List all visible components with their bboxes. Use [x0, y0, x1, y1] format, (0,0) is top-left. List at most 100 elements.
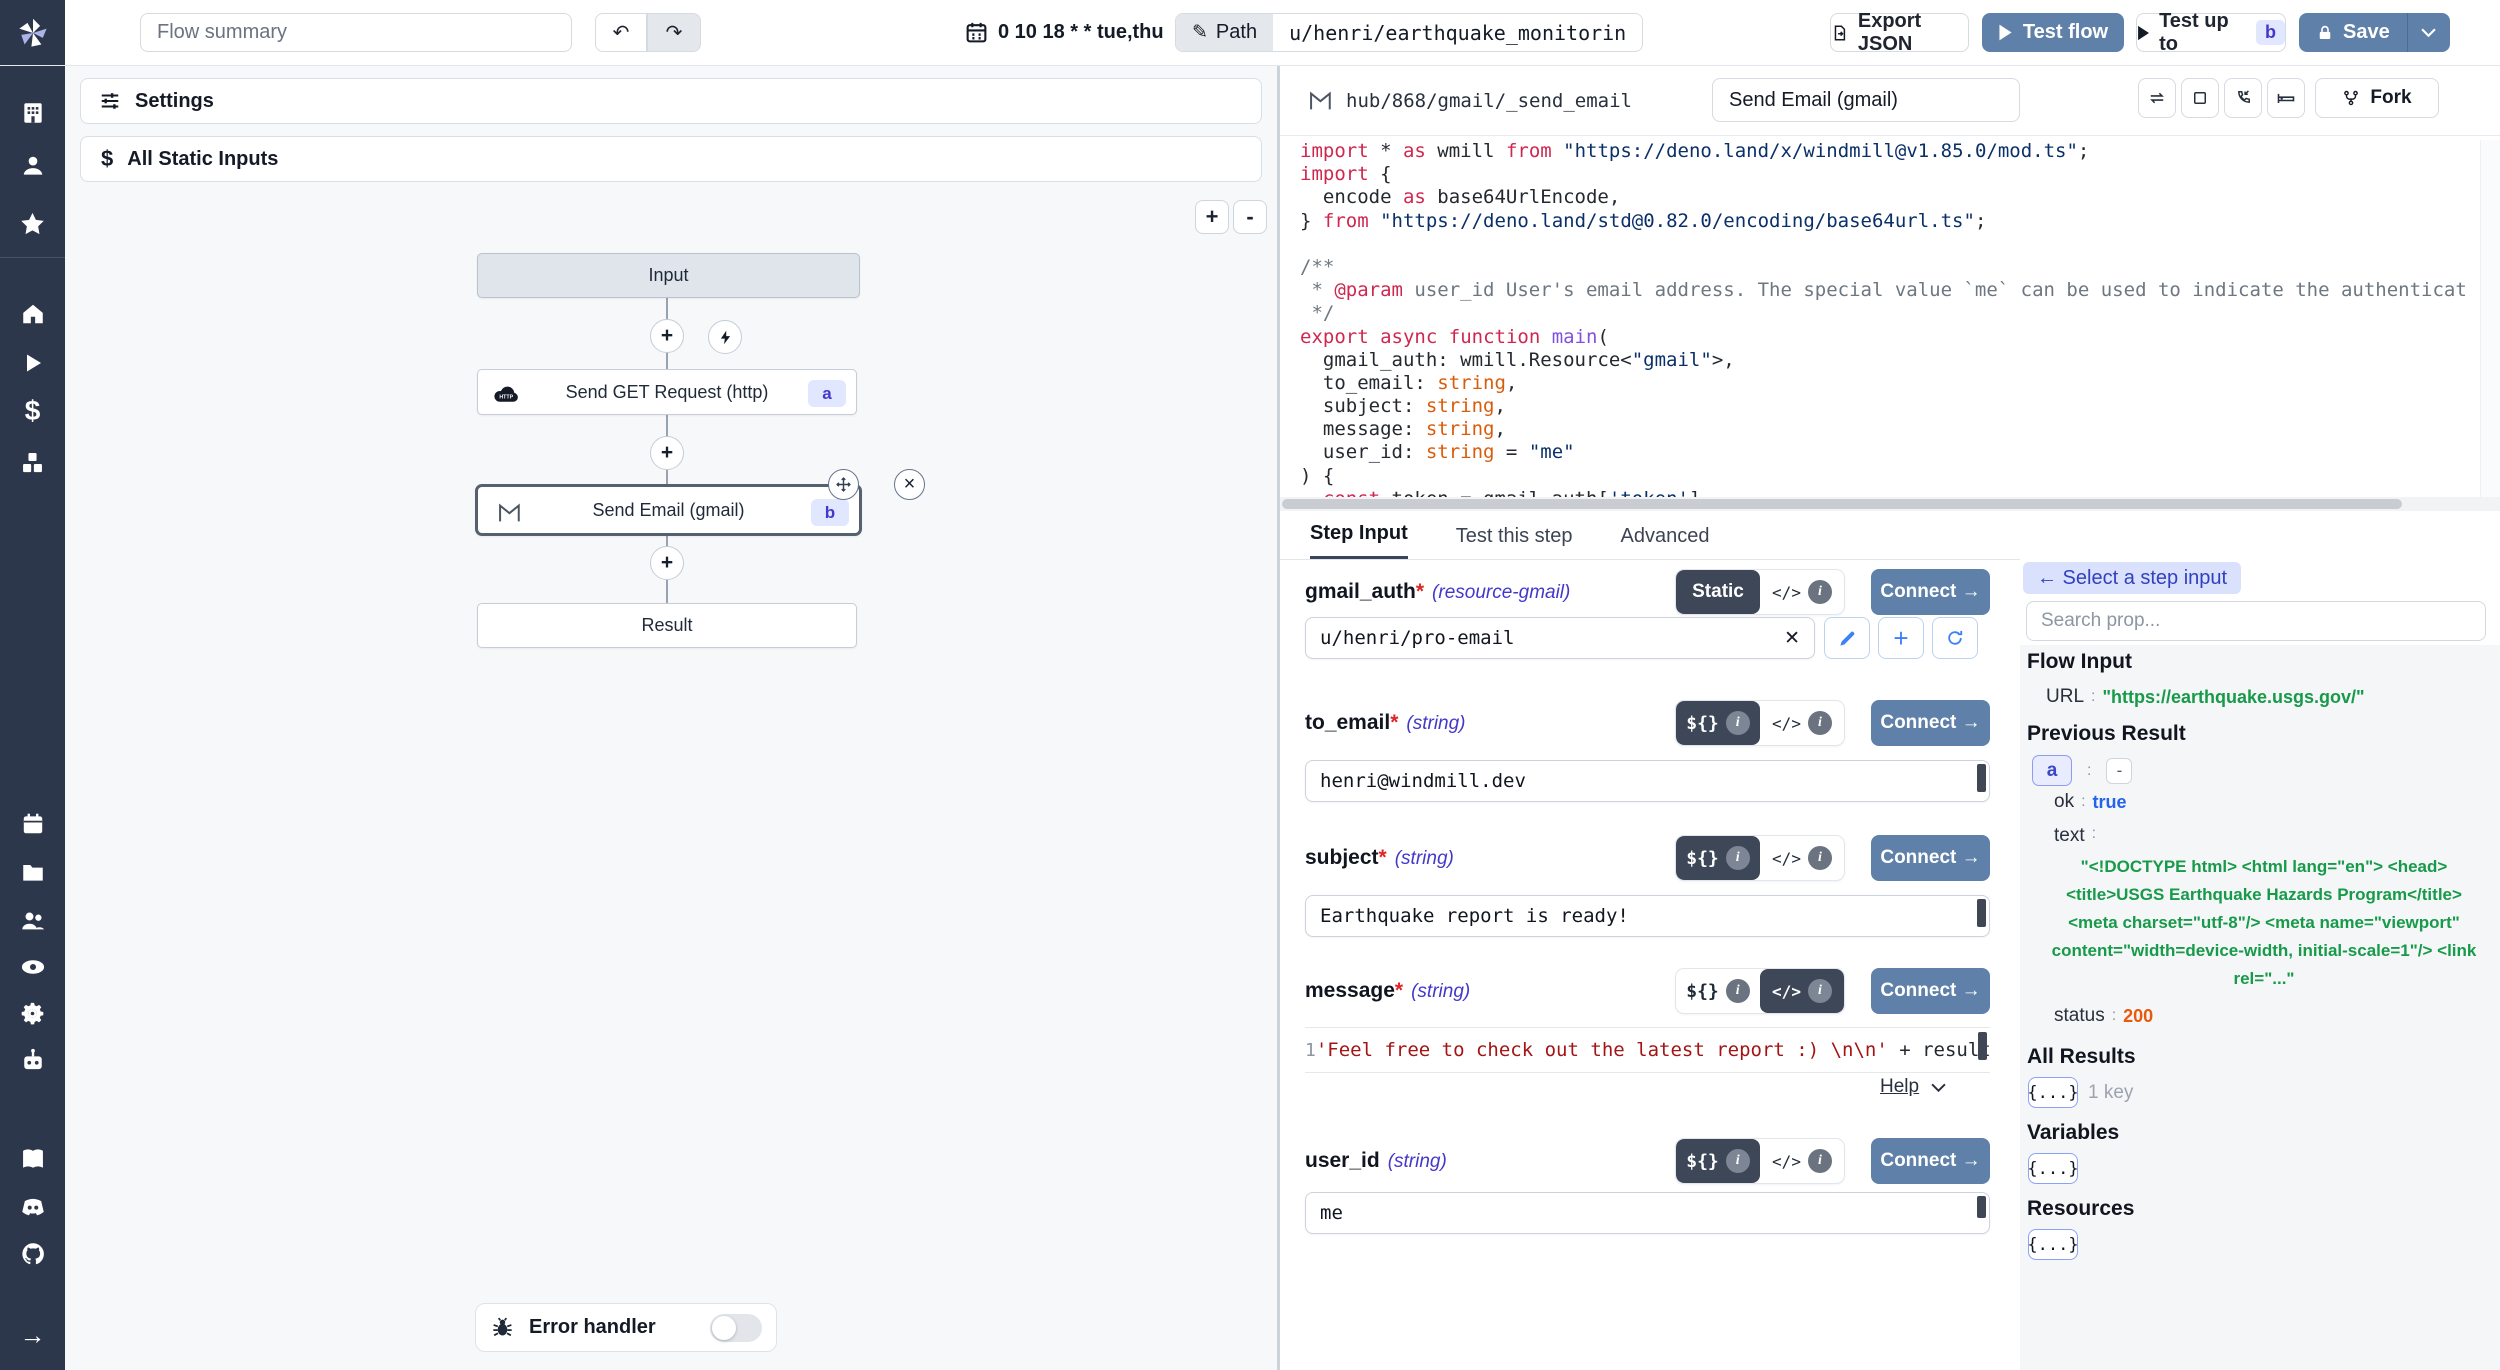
tab-step-input[interactable]: Step Input: [1310, 522, 1408, 559]
suspend-approval-button[interactable]: [2224, 78, 2262, 118]
user-id-input[interactable]: me: [1305, 1192, 1990, 1234]
result-ok-row[interactable]: ok : true: [2054, 791, 2127, 813]
connect-button-gmail-auth[interactable]: Connect →: [1871, 569, 1990, 615]
schedule-text[interactable]: 0 10 18 * * tue,thu: [998, 21, 1164, 44]
flow-node-input[interactable]: Input: [477, 253, 860, 298]
sidebar-item-folders[interactable]: folder-icon: [0, 852, 65, 892]
sidebar-item-groups[interactable]: users-group-icon: [0, 900, 65, 940]
sidebar-item-schedules[interactable]: calendar-icon: [0, 804, 65, 844]
tab-test-this-step[interactable]: Test this step: [1456, 525, 1573, 559]
flow-node-result[interactable]: Result: [477, 603, 857, 648]
sleep-settings-button[interactable]: [2267, 78, 2305, 118]
sidebar-item-discord[interactable]: discord-icon: [0, 1187, 65, 1227]
code-mode-segment[interactable]: </>i: [1760, 570, 1844, 614]
code-mode-segment[interactable]: </>i: [1760, 836, 1844, 880]
flow-summary-input[interactable]: Flow summary: [140, 13, 572, 52]
sidebar-item-home[interactable]: home-icon: [0, 294, 65, 334]
step-a-badge[interactable]: a: [2032, 755, 2072, 786]
subject-input[interactable]: Earthquake report is ready!: [1305, 895, 1990, 937]
all-results-object-badge[interactable]: {...}: [2028, 1077, 2078, 1108]
scrollbar-thumb[interactable]: [1282, 499, 2402, 509]
input-scroll-thumb[interactable]: [1978, 1032, 1987, 1060]
search-prop-input[interactable]: Search prop...: [2026, 601, 2486, 641]
collapse-badge[interactable]: -: [2106, 758, 2132, 784]
chevron-down-icon[interactable]: [1931, 1083, 1946, 1092]
step-name-input[interactable]: Send Email (gmail): [1712, 78, 2020, 122]
code-mode-segment[interactable]: </>i: [1760, 701, 1844, 745]
connect-button-to-email[interactable]: Connect →: [1871, 700, 1990, 746]
save-button[interactable]: Save: [2299, 13, 2407, 52]
all-static-inputs-bar[interactable]: $ All Static Inputs: [80, 136, 1262, 182]
redo-button[interactable]: ↷: [647, 13, 701, 52]
input-scroll-thumb[interactable]: [1977, 764, 1986, 792]
hub-script-path[interactable]: hub/868/gmail/_send_email: [1346, 90, 1632, 112]
save-dropdown-button[interactable]: [2407, 13, 2450, 52]
add-step-button-1[interactable]: +: [650, 319, 684, 353]
edit-resource-button[interactable]: [1824, 617, 1870, 659]
sidebar-item-docs[interactable]: book-icon: [0, 1139, 65, 1179]
export-json-button[interactable]: Export JSON: [1830, 13, 1969, 52]
sidebar-item-resources[interactable]: resources-cubes-icon: [0, 442, 65, 482]
ai-assist-button[interactable]: [708, 320, 742, 354]
to-email-input[interactable]: henri@windmill.dev: [1305, 760, 1990, 802]
clear-resource-button[interactable]: ✕: [1784, 627, 1800, 650]
select-step-input-chip[interactable]: ← Select a step input: [2023, 562, 2241, 594]
sidebar-item-user[interactable]: user-icon: [0, 146, 65, 186]
template-mode-segment[interactable]: ${}i: [1676, 701, 1760, 745]
zoom-out-button[interactable]: -: [1233, 200, 1267, 234]
undo-button[interactable]: ↶: [595, 13, 647, 52]
result-status-row[interactable]: status : 200: [2054, 1005, 2153, 1027]
sidebar-item-github[interactable]: github-icon: [0, 1234, 65, 1274]
sidebar-item-workspace[interactable]: building-icon: [0, 93, 65, 133]
flow-node-send-email-selected[interactable]: Send Email (gmail) b ×: [475, 484, 862, 536]
editor-horizontal-scrollbar[interactable]: [1280, 497, 2500, 511]
test-up-to-button[interactable]: Test up to b: [2136, 13, 2286, 52]
add-step-button-3[interactable]: +: [650, 546, 684, 580]
connect-button-subject[interactable]: Connect →: [1871, 835, 1990, 881]
sidebar-item-workers[interactable]: robot-icon: [0, 1041, 65, 1081]
help-link[interactable]: Help: [1880, 1076, 1919, 1098]
gmail-auth-input[interactable]: u/henri/pro-email ✕: [1305, 617, 1815, 659]
input-scroll-thumb[interactable]: [1977, 899, 1986, 927]
sidebar-item-audit-logs[interactable]: eye-icon: [0, 947, 65, 987]
flow-input-url-row[interactable]: URL : "https://earthquake.usgs.gov/": [2046, 686, 2365, 708]
sidebar-item-settings[interactable]: gear-icon: [0, 993, 65, 1033]
delete-step-button[interactable]: ×: [894, 469, 925, 500]
windmill-logo[interactable]: [0, 0, 65, 65]
editor-vertical-scrollbar[interactable]: [2480, 140, 2500, 497]
error-handler-bar[interactable]: Error handler: [475, 1303, 777, 1352]
template-mode-segment[interactable]: ${}i: [1676, 969, 1760, 1013]
retry-settings-button[interactable]: [2138, 78, 2176, 118]
tab-advanced[interactable]: Advanced: [1620, 525, 1709, 559]
resources-object-badge[interactable]: {...}: [2028, 1229, 2078, 1260]
static-mode-segment[interactable]: Static: [1676, 570, 1760, 614]
variables-object-badge[interactable]: {...}: [2028, 1153, 2078, 1184]
flow-canvas[interactable]: Settings $ All Static Inputs + - Input +…: [65, 65, 1280, 1370]
error-handler-toggle[interactable]: [710, 1314, 762, 1342]
input-scroll-thumb[interactable]: [1977, 1196, 1986, 1218]
sidebar-item-favorites[interactable]: star-icon: [0, 203, 65, 243]
result-text-row[interactable]: text :: [2054, 825, 2103, 847]
test-flow-button[interactable]: Test flow: [1982, 13, 2124, 52]
code-mode-segment[interactable]: </>i: [1760, 969, 1844, 1013]
template-mode-segment[interactable]: ${}i: [1676, 836, 1760, 880]
flow-node-get-request[interactable]: HTTP Send GET Request (http) a: [477, 369, 857, 415]
connect-button-user-id[interactable]: Connect →: [1871, 1138, 1990, 1184]
result-a-row[interactable]: a : -: [2032, 755, 2132, 786]
fork-button[interactable]: Fork: [2315, 78, 2439, 118]
sidebar-expand-button[interactable]: →: [0, 1315, 65, 1355]
message-code-editor[interactable]: 1 'Feel free to check out the latest rep…: [1305, 1027, 1990, 1073]
template-mode-segment[interactable]: ${}i: [1676, 1139, 1760, 1183]
connect-button-message[interactable]: Connect →: [1871, 968, 1990, 1014]
sidebar-item-runs[interactable]: play-icon: [0, 343, 65, 383]
add-resource-button[interactable]: +: [1878, 617, 1924, 659]
code-editor[interactable]: import * as wmill from "https://deno.lan…: [1280, 140, 2480, 497]
sidebar-item-variables[interactable]: $: [0, 391, 65, 431]
path-chip[interactable]: ✎ Path u/henri/earthquake_monitorin: [1175, 13, 1643, 52]
zoom-in-button[interactable]: +: [1195, 200, 1229, 234]
early-stop-button[interactable]: [2181, 78, 2219, 118]
move-step-handle[interactable]: [828, 469, 859, 500]
add-step-button-2[interactable]: +: [650, 436, 684, 470]
code-mode-segment[interactable]: </>i: [1760, 1139, 1844, 1183]
refresh-resource-button[interactable]: [1932, 617, 1978, 659]
